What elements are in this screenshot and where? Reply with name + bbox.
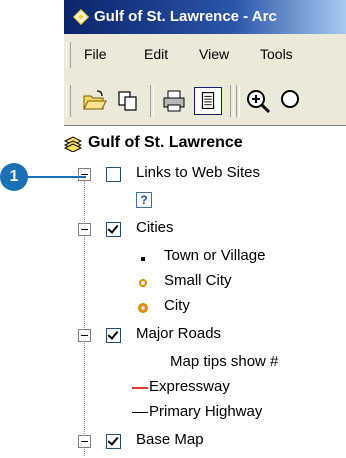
toolbar-separator xyxy=(236,85,240,117)
menu-view[interactable]: View xyxy=(199,46,229,62)
zoom-in-icon[interactable] xyxy=(244,87,272,115)
town-symbol-icon xyxy=(141,257,145,261)
small-city-symbol-icon xyxy=(139,279,147,287)
zoom-out-icon[interactable] xyxy=(276,87,304,115)
callout-number: 1 xyxy=(0,163,28,191)
map-layers-icon xyxy=(64,136,82,152)
layer-label-basemap[interactable]: Base Map xyxy=(136,431,204,448)
legend-city: City xyxy=(164,297,190,314)
menu-grip[interactable] xyxy=(66,42,71,68)
expressway-line-icon xyxy=(132,387,148,389)
legend-town: Town or Village xyxy=(164,247,266,264)
legend-expressway: Expressway xyxy=(149,378,230,395)
tree-line xyxy=(84,174,85,456)
layer-label-links[interactable]: Links to Web Sites xyxy=(136,164,260,181)
table-of-contents: Gulf of St. Lawrence Links to Web Sites … xyxy=(64,126,346,458)
expander-roads[interactable] xyxy=(78,329,91,342)
legend-small-city: Small City xyxy=(164,272,232,289)
menu-file[interactable]: File xyxy=(84,46,107,62)
expander-basemap[interactable] xyxy=(78,435,91,448)
menu-edit[interactable]: Edit xyxy=(144,46,168,62)
copy-icon[interactable] xyxy=(114,87,142,115)
table-of-contents-icon[interactable] xyxy=(194,87,222,115)
expander-links[interactable] xyxy=(78,168,91,181)
toolbar-grip[interactable] xyxy=(66,85,71,117)
window-title: Gulf of St. Lawrence - Arc xyxy=(94,8,277,25)
checkbox-basemap[interactable] xyxy=(106,434,121,449)
menu-bar: File Edit View Tools xyxy=(64,34,346,78)
toolbar-separator xyxy=(150,85,154,117)
title-bar: Gulf of St. Lawrence - Arc xyxy=(64,0,346,34)
city-symbol-icon xyxy=(138,303,148,313)
expander-cities[interactable] xyxy=(78,223,91,236)
callout-line xyxy=(26,176,86,178)
menu-tools[interactable]: Tools xyxy=(260,46,293,62)
checkbox-links[interactable] xyxy=(106,167,121,182)
map-tips-note: Map tips show # xyxy=(170,353,279,370)
checkbox-roads[interactable] xyxy=(106,328,121,343)
print-icon[interactable] xyxy=(160,87,188,115)
toolbar-separator xyxy=(230,85,234,117)
data-frame-title[interactable]: Gulf of St. Lawrence xyxy=(88,134,243,152)
open-folder-icon[interactable] xyxy=(80,87,108,115)
layer-label-cities[interactable]: Cities xyxy=(136,219,174,236)
primary-highway-line-icon xyxy=(132,412,148,413)
help-icon: ? xyxy=(136,192,152,208)
legend-primary-highway: Primary Highway xyxy=(149,403,263,420)
layer-label-roads[interactable]: Major Roads xyxy=(136,325,221,342)
checkbox-cities[interactable] xyxy=(106,222,121,237)
app-icon xyxy=(72,8,90,26)
standard-toolbar xyxy=(64,77,346,126)
